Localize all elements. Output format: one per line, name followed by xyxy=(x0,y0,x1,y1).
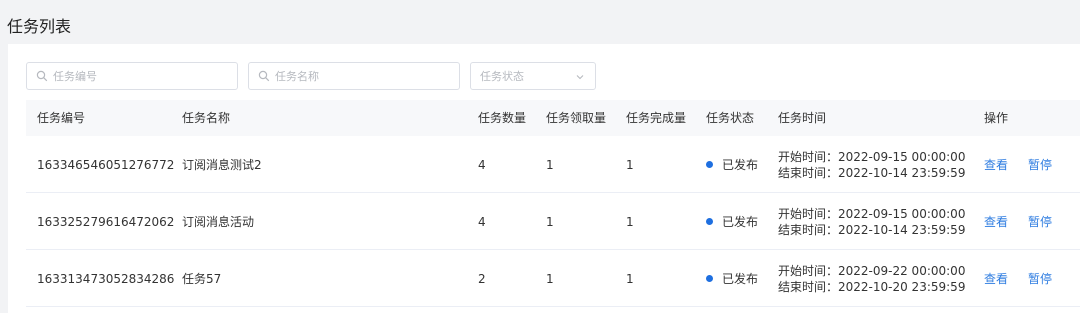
task-status-select[interactable]: 任务状态 xyxy=(470,62,596,90)
cell-time: 开始时间：2022-09-22 00:00:00 结束时间：2022-10-20… xyxy=(778,250,965,307)
view-link[interactable]: 查看 xyxy=(984,250,1008,307)
status-dot xyxy=(706,218,713,225)
start-time: 开始时间：2022-09-15 00:00:00 xyxy=(778,149,966,164)
col-header-task-count: 任务数量 xyxy=(478,111,527,125)
status-label: 已发布 xyxy=(722,158,759,172)
status-dot xyxy=(706,161,713,168)
cell-claimed: 1 xyxy=(546,271,554,286)
status-label: 已发布 xyxy=(722,272,759,286)
cell-status: 已发布 xyxy=(706,136,758,193)
cell-task-count: 4 xyxy=(478,157,486,172)
cell-claimed: 1 xyxy=(546,157,554,172)
col-header-time: 任务时间 xyxy=(778,111,827,125)
cell-status: 已发布 xyxy=(706,193,758,250)
cell-task-id: 163346546051276772 xyxy=(37,157,175,172)
cell-completed: 1 xyxy=(626,271,634,286)
cell-time: 开始时间：2022-09-15 00:00:00 结束时间：2022-10-14… xyxy=(778,193,965,250)
status-label: 已发布 xyxy=(722,215,759,229)
end-time: 结束时间：2022-10-14 23:59:59 xyxy=(778,165,966,180)
task-id-search-input[interactable]: 任务编号 xyxy=(26,62,238,90)
task-status-placeholder: 任务状态 xyxy=(480,70,524,83)
cell-claimed: 1 xyxy=(546,214,554,229)
table-row: 163325279616472062 订阅消息活动 4 1 1 已发布 开始时间… xyxy=(26,193,1080,250)
pause-link[interactable]: 暂停 xyxy=(1028,193,1052,250)
cell-task-name: 订阅消息测试2 xyxy=(182,158,262,172)
task-name-placeholder: 任务名称 xyxy=(275,70,319,83)
pause-link[interactable]: 暂停 xyxy=(1028,136,1052,193)
status-dot xyxy=(706,275,713,282)
cell-completed: 1 xyxy=(626,157,634,172)
table-header: 任务编号 任务名称 任务数量 任务领取量 任务完成量 任务状态 任务时间 操作 xyxy=(26,100,1080,136)
task-name-search-input[interactable]: 任务名称 xyxy=(248,62,460,90)
cell-task-id: 163325279616472062 xyxy=(37,214,175,229)
cell-completed: 1 xyxy=(626,214,634,229)
table-row: 163313473052834286 任务57 2 1 1 已发布 开始时间：2… xyxy=(26,250,1080,307)
cell-task-id: 163313473052834286 xyxy=(37,271,175,286)
view-link[interactable]: 查看 xyxy=(984,193,1008,250)
task-id-placeholder: 任务编号 xyxy=(53,70,97,83)
pause-link[interactable]: 暂停 xyxy=(1028,250,1052,307)
chevron-down-icon xyxy=(575,72,585,82)
table-row: 163346546051276772 订阅消息测试2 4 1 1 已发布 开始时… xyxy=(26,136,1080,193)
col-header-task-id: 任务编号 xyxy=(37,111,86,125)
col-header-actions: 操作 xyxy=(984,111,1009,125)
col-header-claimed: 任务领取量 xyxy=(546,111,607,125)
cell-task-count: 4 xyxy=(478,214,486,229)
start-time: 开始时间：2022-09-15 00:00:00 xyxy=(778,206,966,221)
col-header-completed: 任务完成量 xyxy=(626,111,687,125)
end-time: 结束时间：2022-10-20 23:59:59 xyxy=(778,279,966,294)
end-time: 结束时间：2022-10-14 23:59:59 xyxy=(778,222,966,237)
view-link[interactable]: 查看 xyxy=(984,136,1008,193)
cell-task-name: 订阅消息活动 xyxy=(182,215,255,229)
start-time: 开始时间：2022-09-22 00:00:00 xyxy=(778,263,966,278)
cell-task-name: 任务57 xyxy=(182,272,222,286)
col-header-status: 任务状态 xyxy=(706,111,755,125)
col-header-task-name: 任务名称 xyxy=(182,111,231,125)
page-title: 任务列表 xyxy=(7,17,72,36)
task-list-panel: 任务编号 任务名称 任务状态 任务编号 任务名称 任务数量 任务领取量 任务完成… xyxy=(8,44,1080,313)
search-icon xyxy=(36,70,48,82)
cell-task-count: 2 xyxy=(478,271,486,286)
cell-status: 已发布 xyxy=(706,250,758,307)
search-icon xyxy=(258,70,270,82)
cell-time: 开始时间：2022-09-15 00:00:00 结束时间：2022-10-14… xyxy=(778,136,965,193)
